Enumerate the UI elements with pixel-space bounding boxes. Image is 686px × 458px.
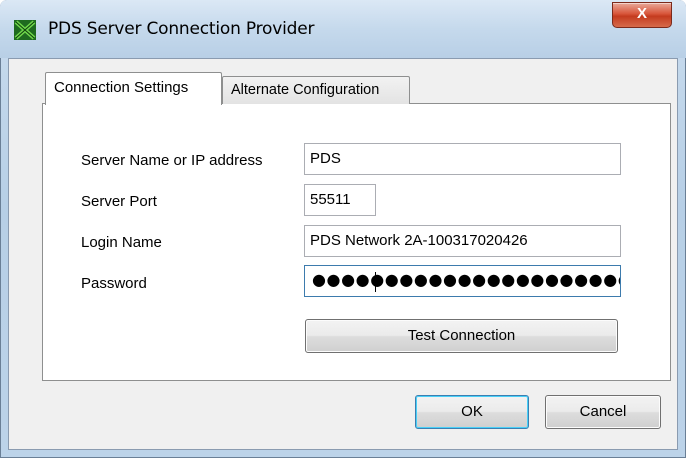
tab-label: Alternate Configuration <box>231 82 380 98</box>
window-title: PDS Server Connection Provider <box>48 19 315 39</box>
password-label: Password <box>81 275 147 292</box>
password-input[interactable]: ●●●●●●●●●●●●●●●●●●●●●●●●●●●●●●●● <box>304 265 621 297</box>
ok-button[interactable]: OK <box>415 395 529 429</box>
server-port-value: 55511 <box>310 191 351 208</box>
dialog-client-area: Connection Settings Alternate Configurat… <box>8 58 678 450</box>
server-name-label: Server Name or IP address <box>81 152 263 169</box>
ok-label: OK <box>461 403 483 420</box>
tab-label: Connection Settings <box>54 79 189 96</box>
server-name-value: PDS <box>310 150 341 167</box>
server-port-input[interactable]: 55511 <box>304 184 376 216</box>
close-button[interactable]: X <box>612 2 672 28</box>
close-icon: X <box>636 5 647 22</box>
tab-alternate-configuration[interactable]: Alternate Configuration <box>222 76 410 104</box>
cancel-label: Cancel <box>579 403 627 420</box>
connection-settings-panel: Server Name or IP address PDS Server Por… <box>42 103 671 381</box>
login-name-value: PDS Network 2A-100317020426 <box>310 232 528 249</box>
tab-connection-settings[interactable]: Connection Settings <box>45 72 222 105</box>
test-connection-label: Test Connection <box>407 327 516 344</box>
title-bar[interactable]: PDS Server Connection Provider X <box>0 0 686 58</box>
server-port-label: Server Port <box>81 193 157 210</box>
cancel-button[interactable]: Cancel <box>545 395 661 429</box>
password-masked-value: ●●●●●●●●●●●●●●●●●●●●●●●●●●●●●●●● <box>312 270 620 289</box>
test-connection-button[interactable]: Test Connection <box>305 319 618 353</box>
login-name-input[interactable]: PDS Network 2A-100317020426 <box>304 225 621 257</box>
text-caret <box>375 272 376 292</box>
login-name-label: Login Name <box>81 234 162 251</box>
pds-app-icon <box>14 20 36 40</box>
dialog-window: PDS Server Connection Provider X Connect… <box>0 0 686 458</box>
server-name-input[interactable]: PDS <box>304 143 621 175</box>
